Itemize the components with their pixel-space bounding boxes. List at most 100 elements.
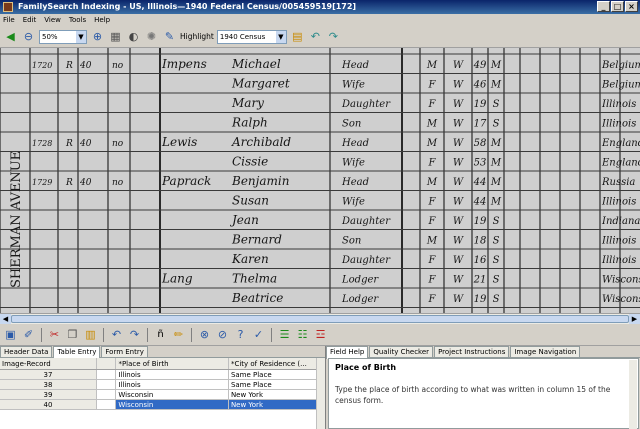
marital-text: M bbox=[490, 80, 502, 91]
horizontal-scrollbar[interactable]: ◀ ▶ bbox=[0, 313, 640, 324]
entry-panel: Header Data Table Entry Form Entry Image… bbox=[0, 346, 325, 429]
special-character-icon[interactable]: ñ bbox=[153, 327, 168, 342]
tab-quality-checker[interactable]: Quality Checker bbox=[369, 346, 434, 357]
menu-view[interactable]: View bbox=[44, 14, 61, 26]
back-arrow-icon[interactable]: ◀ bbox=[3, 29, 18, 44]
farm-value: no bbox=[112, 61, 124, 71]
place-of-birth-cell[interactable]: Illinois bbox=[116, 370, 229, 379]
highlight-label: Highlight bbox=[180, 32, 214, 41]
entry-toolbar: ▣ ✐ ✂ ❐ ▥ ↶ ↷ ñ ✏ ⊗ ⊘ ? ✓ ☰ ☷ ☲ bbox=[0, 324, 640, 346]
contrast-icon[interactable]: ◐ bbox=[126, 29, 141, 44]
mark-blank-icon[interactable]: ⊗ bbox=[197, 327, 212, 342]
sex-text: F bbox=[428, 99, 437, 110]
tab-project-instructions[interactable]: Project Instructions bbox=[434, 346, 510, 357]
help-scrollbar[interactable] bbox=[629, 360, 637, 429]
birthplace-text: Illinois bbox=[601, 119, 636, 130]
relation-text: Head bbox=[341, 138, 369, 149]
race-text: W bbox=[453, 119, 464, 130]
title-bar: FamilySearch Indexing - US, Illinois—194… bbox=[0, 0, 640, 14]
edit-icon[interactable]: ✐ bbox=[21, 327, 36, 342]
brightness-icon[interactable]: ✺ bbox=[144, 29, 159, 44]
menu-help[interactable]: Help bbox=[94, 14, 110, 26]
rotate-left-icon[interactable]: ↶ bbox=[308, 29, 323, 44]
column-header-place-of-birth[interactable]: *Place of Birth bbox=[116, 358, 229, 369]
marital-text: S bbox=[493, 255, 500, 266]
table-row: 39 Wisconsin New York bbox=[0, 390, 325, 400]
tab-form-entry[interactable]: Form Entry bbox=[101, 346, 148, 357]
tenure-value: R bbox=[65, 61, 73, 71]
city-cell[interactable]: Same Place bbox=[229, 370, 325, 379]
fit-icon[interactable]: ▦ bbox=[108, 29, 123, 44]
city-cell[interactable]: New York bbox=[228, 400, 325, 409]
close-button[interactable]: × bbox=[625, 1, 638, 12]
place-of-birth-cell[interactable]: Illinois bbox=[116, 380, 229, 389]
undo-icon[interactable]: ↶ bbox=[109, 327, 124, 342]
birthplace-text: Belgium bbox=[601, 80, 640, 91]
paste-icon[interactable]: ▥ bbox=[83, 327, 98, 342]
copy-icon[interactable]: ❐ bbox=[65, 327, 80, 342]
save-icon[interactable]: ▣ bbox=[3, 327, 18, 342]
scroll-right-icon[interactable]: ▶ bbox=[629, 314, 640, 324]
marital-text: S bbox=[493, 216, 500, 227]
delete-row-icon[interactable]: ☲ bbox=[313, 327, 328, 342]
highlight-value: 1940 Census bbox=[219, 32, 266, 41]
place-of-birth-cell[interactable]: Wisconsin bbox=[116, 390, 229, 399]
house-number: 1729 bbox=[32, 178, 52, 187]
record-number: 38 bbox=[0, 380, 97, 389]
minimize-button[interactable]: _ bbox=[597, 1, 610, 12]
highlight-pen-icon[interactable]: ✎ bbox=[162, 29, 177, 44]
relation-text: Lodger bbox=[341, 275, 379, 286]
house-number: 1720 bbox=[32, 61, 52, 70]
zoom-value: 50% bbox=[42, 32, 58, 41]
zoom-select[interactable]: 50% ▼ bbox=[39, 29, 87, 44]
redo-icon[interactable]: ↷ bbox=[127, 327, 142, 342]
birthplace-text: Wisconsin bbox=[602, 275, 640, 286]
table-scrollbar[interactable] bbox=[316, 358, 325, 429]
highlight-select[interactable]: 1940 Census ▼ bbox=[216, 29, 287, 44]
table-row: 37 Illinois Same Place bbox=[0, 370, 325, 380]
race-text: W bbox=[453, 138, 464, 149]
race-text: W bbox=[453, 216, 464, 227]
birthplace-text: Belgium bbox=[601, 60, 640, 71]
entry-table: Image-Record *Place of Birth *City of Re… bbox=[0, 358, 325, 429]
column-header-city[interactable]: *City of Residence (... bbox=[229, 358, 325, 369]
maximize-button[interactable]: □ bbox=[611, 1, 624, 12]
window-title: FamilySearch Indexing - US, Illinois—194… bbox=[18, 2, 357, 11]
city-cell[interactable]: New York bbox=[229, 390, 325, 399]
add-row-icon[interactable]: ☷ bbox=[295, 327, 310, 342]
age-text: 17 bbox=[474, 119, 487, 130]
table-header: Image-Record *Place of Birth *City of Re… bbox=[0, 358, 325, 370]
place-of-birth-cell[interactable]: Wisconsin bbox=[116, 400, 229, 409]
surname-text: Lang bbox=[161, 272, 193, 286]
mark-unreadable-icon[interactable]: ⊘ bbox=[215, 327, 230, 342]
sex-text: F bbox=[428, 255, 437, 266]
scroll-left-icon[interactable]: ◀ bbox=[0, 314, 11, 324]
chevron-down-icon: ▼ bbox=[76, 30, 86, 43]
birthplace-text: Illinois bbox=[601, 255, 636, 266]
field-check-icon[interactable]: ✓ bbox=[251, 327, 266, 342]
zoom-in-icon[interactable]: ⊕ bbox=[90, 29, 105, 44]
scroll-thumb[interactable] bbox=[11, 315, 629, 323]
rotate-right-icon[interactable]: ↷ bbox=[326, 29, 341, 44]
cut-icon[interactable]: ✂ bbox=[47, 327, 62, 342]
field-help-content: Place of Birth Type the place of birth a… bbox=[328, 358, 639, 429]
note-icon[interactable]: ▤ bbox=[290, 29, 305, 44]
age-text: 53 bbox=[474, 158, 487, 169]
highlight-field-icon[interactable]: ✏ bbox=[171, 327, 186, 342]
given-name-text: Michael bbox=[231, 57, 281, 71]
tab-header-data[interactable]: Header Data bbox=[0, 346, 53, 357]
tab-image-navigation[interactable]: Image Navigation bbox=[510, 346, 581, 357]
menu-edit[interactable]: Edit bbox=[23, 14, 37, 26]
help-panel: Field Help Quality Checker Project Instr… bbox=[325, 346, 640, 429]
given-name-text: Ralph bbox=[231, 116, 268, 130]
menu-file[interactable]: File bbox=[3, 14, 15, 26]
census-image-viewer[interactable]: SHERMAN AVENUE 1720 R 40 no Impens Michael Head… bbox=[0, 48, 640, 313]
menu-tools[interactable]: Tools bbox=[69, 14, 86, 26]
insert-row-icon[interactable]: ☰ bbox=[277, 327, 292, 342]
age-text: 58 bbox=[474, 138, 487, 149]
city-cell[interactable]: Same Place bbox=[229, 380, 325, 389]
relation-text: Head bbox=[341, 177, 369, 188]
zoom-out-icon[interactable]: ⊖ bbox=[21, 29, 36, 44]
race-text: W bbox=[453, 197, 464, 208]
question-icon[interactable]: ? bbox=[233, 327, 248, 342]
